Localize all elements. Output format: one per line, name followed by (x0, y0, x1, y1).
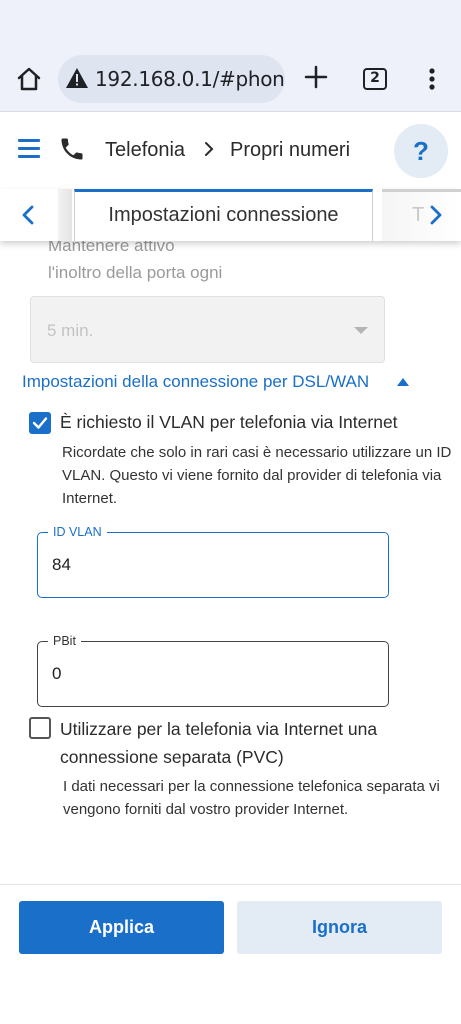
breadcrumb-telefonia[interactable]: Telefonia (105, 139, 185, 162)
url-text[interactable]: 192.168.0.1/#phoneli (95, 67, 285, 91)
dsl-wan-section-toggle[interactable]: Impostazioni della connessione per DSL/W… (22, 372, 369, 392)
vlan-required-checkbox[interactable] (29, 412, 51, 434)
pbit-input[interactable]: 0 (52, 664, 61, 684)
caret-up-icon[interactable] (397, 378, 409, 386)
new-tab-icon[interactable] (302, 63, 330, 91)
pbit-label: PBit (48, 633, 81, 649)
vlan-id-input[interactable]: 84 (52, 555, 71, 575)
keepalive-value: 5 min. (47, 321, 94, 340)
breadcrumb-propri-numeri: Propri numeri (230, 139, 351, 161)
app-header: Telefonia Propri numeri ? (0, 113, 461, 189)
vlan-id-field[interactable]: ID VLAN 84 (37, 524, 389, 598)
phone-icon (58, 135, 86, 163)
chevron-left-icon (22, 205, 34, 225)
chevron-right-icon (202, 139, 216, 159)
vlan-required-label[interactable]: È richiesto il VLAN per telefonia via In… (60, 412, 398, 433)
tab-next-button[interactable] (418, 189, 461, 241)
chevron-right-icon (430, 205, 442, 225)
separate-pvc-checkbox[interactable] (29, 717, 51, 739)
tab-bar: Impostazioni connessione T (0, 189, 461, 241)
more-menu-icon[interactable] (420, 64, 444, 94)
checkmark-icon (32, 417, 48, 429)
tab-impostazioni-connessione[interactable]: Impostazioni connessione (74, 189, 373, 241)
tab-switcher-button[interactable]: 2 (363, 68, 387, 90)
help-button[interactable]: ? (394, 124, 448, 178)
pvc-help-text: I dati necessari per la connessione tele… (63, 778, 440, 818)
tab-prev-button[interactable] (0, 189, 56, 241)
warning-icon[interactable] (65, 67, 89, 89)
keepalive-label-2: l'inoltro della porta ogni (48, 263, 223, 282)
separate-pvc-label[interactable]: Utilizzare per la telefonia via Internet… (60, 715, 440, 771)
ignore-button[interactable]: Ignora (237, 901, 442, 954)
address-bar[interactable]: 192.168.0.1/#phoneli (58, 55, 285, 103)
dropdown-caret-icon (354, 327, 368, 334)
hamburger-menu-icon[interactable] (18, 139, 40, 159)
apply-button[interactable]: Applica (19, 901, 224, 954)
browser-toolbar: 192.168.0.1/#phoneli 2 (0, 48, 461, 112)
pbit-field[interactable]: PBit 0 (37, 633, 389, 707)
settings-form: Mantenere attivo l'inoltro della porta o… (0, 241, 461, 884)
action-footer: Applica Ignora (0, 884, 461, 1024)
tab-divider (58, 189, 72, 241)
tab-label: Impostazioni connessione (108, 204, 339, 226)
vlan-id-label: ID VLAN (48, 524, 107, 540)
home-icon[interactable] (14, 64, 44, 94)
keepalive-label: Mantenere attivo (48, 241, 175, 255)
keepalive-select: 5 min. (30, 296, 385, 363)
vlan-help-text: Ricordate che solo in rari casi è necess… (62, 444, 452, 507)
status-bar (0, 0, 461, 48)
